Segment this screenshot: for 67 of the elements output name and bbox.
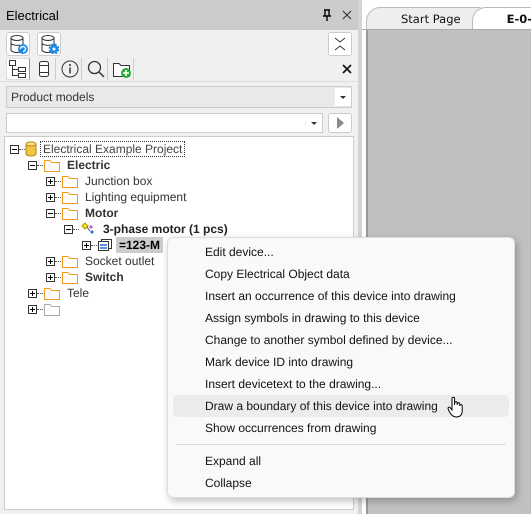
- menu-item[interactable]: Edit device...: [173, 241, 509, 263]
- collapse-toggle-icon[interactable]: [10, 144, 19, 154]
- menu-item[interactable]: Expand all: [173, 450, 509, 472]
- expand-toggle-icon[interactable]: [28, 304, 37, 314]
- hand-cursor-icon: [447, 396, 463, 418]
- tree-item[interactable]: Motor: [82, 205, 122, 221]
- menu-item[interactable]: Assign symbols in drawing to this device: [173, 307, 509, 329]
- database-settings-icon: [39, 34, 59, 54]
- menu-item[interactable]: Mark device ID into drawing: [173, 351, 509, 373]
- view-dropdown[interactable]: Product models: [6, 86, 352, 108]
- collapse-toggle-icon[interactable]: [28, 160, 37, 170]
- dropdown-arrow-icon: [310, 120, 318, 126]
- folder-icon: [43, 158, 61, 172]
- tree-item[interactable]: Electrical Example Project: [40, 141, 186, 157]
- tree-item[interactable]: Tele: [64, 285, 92, 301]
- database-icon: [25, 141, 37, 157]
- filter-field[interactable]: [6, 113, 323, 133]
- expand-toggle-icon[interactable]: [46, 256, 55, 266]
- tree-item[interactable]: Socket outlet: [82, 253, 158, 269]
- close-icon[interactable]: [342, 10, 352, 20]
- tree-item[interactable]: Junction box: [82, 173, 156, 189]
- folder-icon: [43, 286, 61, 300]
- collapse-toggle-icon[interactable]: [46, 208, 55, 218]
- menu-item[interactable]: Collapse: [173, 472, 509, 494]
- document-tab[interactable]: Start Page: [366, 7, 482, 29]
- tree-item[interactable]: 3-phase motor (1 pcs): [100, 221, 231, 237]
- close-icon[interactable]: [342, 64, 352, 74]
- pin-icon[interactable]: [322, 9, 332, 21]
- tree-view-button[interactable]: [6, 58, 30, 80]
- document-tab[interactable]: E-0-: [472, 7, 531, 29]
- tree-item[interactable]: Electric: [64, 157, 114, 173]
- expand-toggle-icon[interactable]: [46, 272, 55, 282]
- collapse-toggle-icon[interactable]: [64, 224, 73, 234]
- info-icon: [60, 59, 80, 79]
- database-settings-button[interactable]: [37, 32, 61, 56]
- menu-item[interactable]: Insert an occurrence of this device into drawing: [173, 285, 509, 307]
- dropdown-arrow-icon: [339, 94, 347, 100]
- component-icon: [79, 221, 97, 237]
- panel-title: Electrical: [6, 8, 60, 22]
- menu-item[interactable]: Show occurrences from drawing: [173, 417, 509, 439]
- folder-icon: [61, 254, 79, 268]
- tree-item[interactable]: Lighting equipment: [82, 189, 190, 205]
- database-refresh-icon: [8, 34, 28, 54]
- menu-item[interactable]: Copy Electrical Object data: [173, 263, 509, 285]
- expand-toggle-icon[interactable]: [28, 288, 37, 298]
- folder-icon: [43, 302, 61, 316]
- search-icon: [86, 59, 106, 79]
- folder-add-button[interactable]: [110, 58, 134, 80]
- expand-toggle-icon[interactable]: [46, 192, 55, 202]
- folder-icon: [61, 270, 79, 284]
- go-button[interactable]: [328, 113, 352, 133]
- tree-view-icon: [8, 59, 28, 79]
- expand-toggle-icon[interactable]: [82, 240, 91, 250]
- folder-icon: [61, 206, 79, 220]
- arrow-right-icon: [336, 116, 344, 130]
- expand-toggle-icon[interactable]: [46, 176, 55, 186]
- menu-item[interactable]: Insert devicetext to the drawing...: [173, 373, 509, 395]
- tree-item[interactable]: Switch: [82, 269, 127, 285]
- folder-icon: [61, 190, 79, 204]
- collapse-button[interactable]: [328, 32, 352, 56]
- menu-item[interactable]: Draw a boundary of this device into drawing: [173, 395, 509, 417]
- device-icon: [97, 238, 113, 252]
- menu-item[interactable]: Change to another symbol defined by device...: [173, 329, 509, 351]
- database-refresh-button[interactable]: [6, 32, 30, 56]
- folder-icon: [61, 174, 79, 188]
- tree-item[interactable]: =123-M: [116, 237, 164, 253]
- collapse-icon: [334, 36, 346, 50]
